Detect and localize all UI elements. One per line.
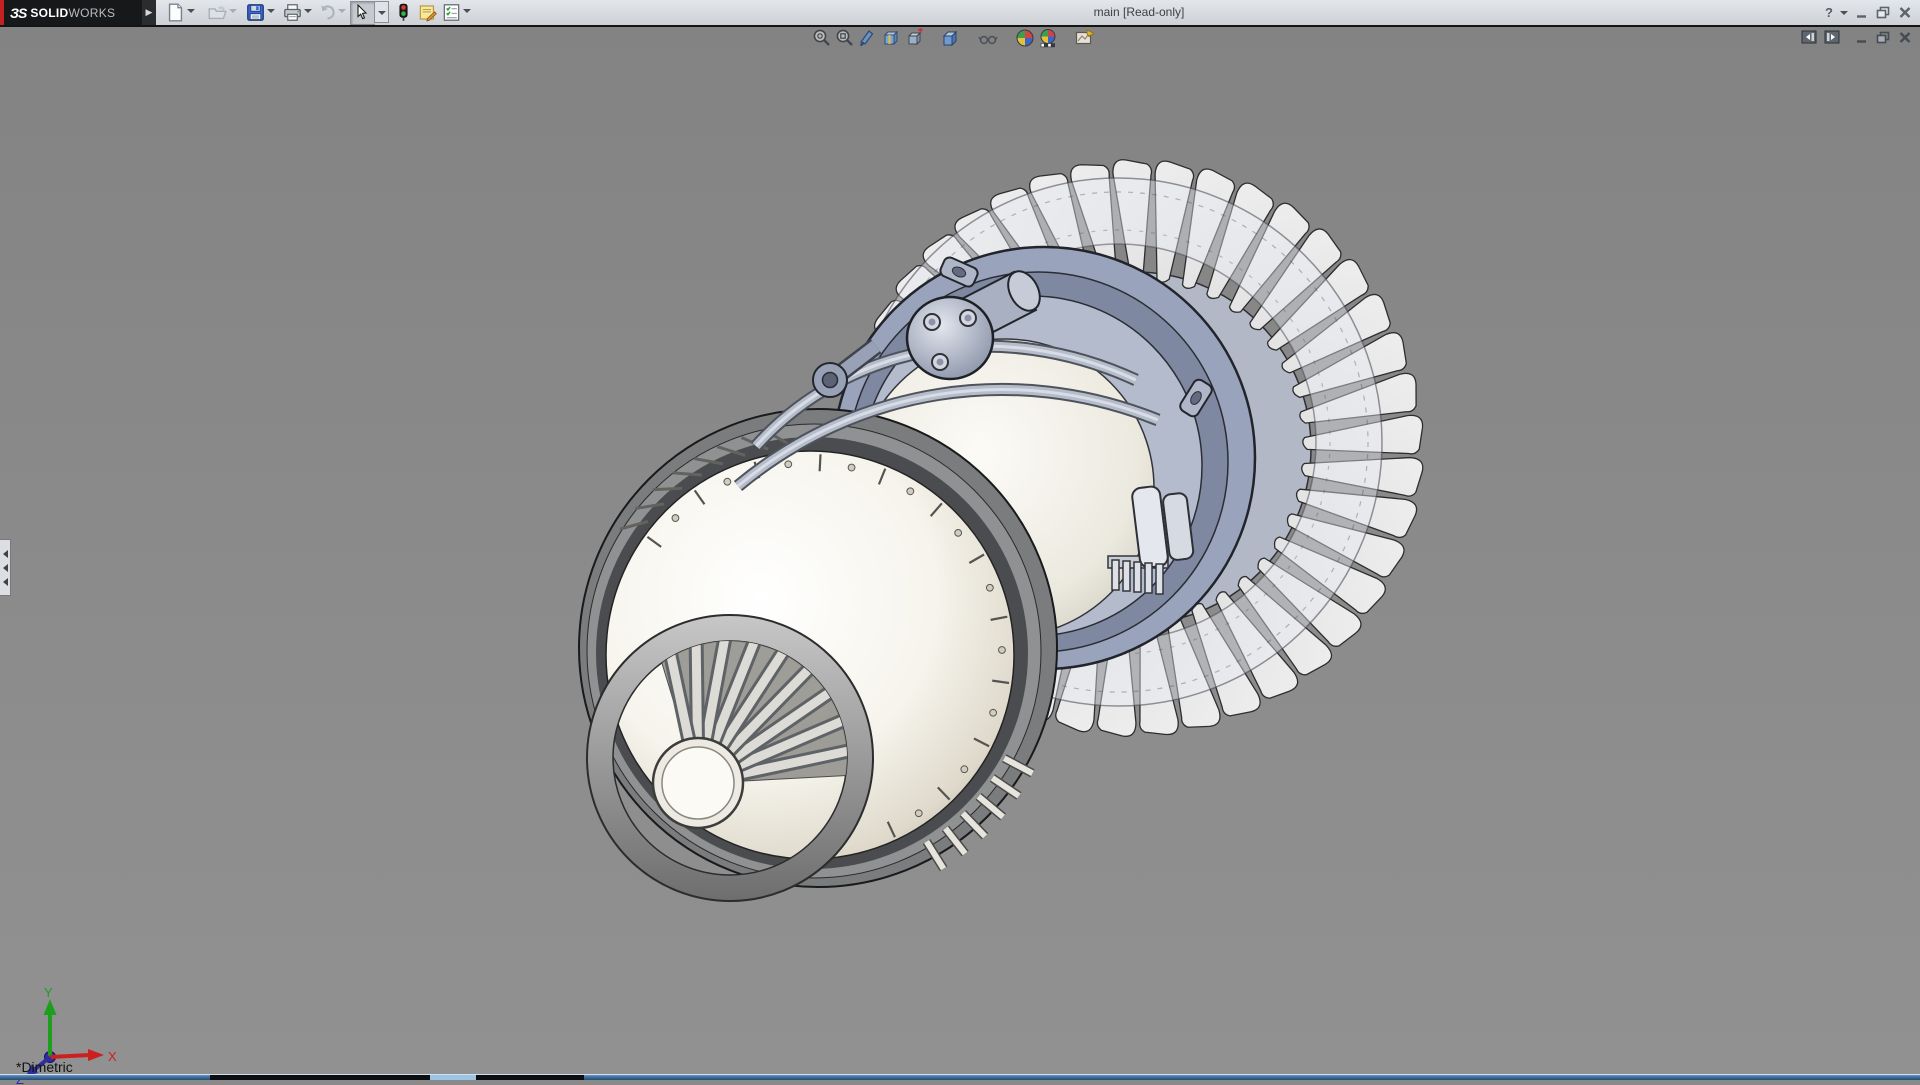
apply-scene-icon[interactable] [1038,28,1058,48]
document-window-controls [1801,30,1912,44]
feature-tree-flyout-tab[interactable] [0,539,11,596]
dome-rivet-band [647,454,1009,837]
jet-engine-3d-model [0,0,1920,1080]
menu-flyout-arrow-icon[interactable]: ▶ [142,0,156,25]
connector-bracket [1108,482,1195,594]
open-folder-icon [208,3,227,22]
graphics-viewport[interactable]: Y X Z *Dimetric [0,27,1920,1074]
fan-blades [846,160,1424,737]
undo-icon [318,3,337,22]
solidworks-logo-bold: SOLID [30,6,68,20]
expand-right-pane-icon[interactable] [1824,30,1840,44]
save-dropdown-icon[interactable] [267,9,275,13]
section-view-icon[interactable] [858,28,878,48]
stator-slats-bottom [927,758,1033,868]
taskbar-edge [0,1074,1920,1080]
mount-lug [813,346,876,397]
casing-bolt-tab [938,256,979,289]
comment-note-icon[interactable] [418,3,437,22]
hide-show-items-icon[interactable] [978,28,998,48]
design-checklist-dropdown-icon[interactable] [463,9,471,13]
zoom-to-area-icon[interactable] [835,28,855,48]
select-tool-dropdown[interactable] [374,1,389,23]
front-retaining-ring [587,615,873,901]
print-icon[interactable] [283,3,302,22]
shaded-cube-icon[interactable] [940,28,960,48]
view-orientation-icon[interactable] [881,28,901,48]
child-restore-icon[interactable] [1876,31,1891,44]
view-settings-icon[interactable] [1075,28,1095,48]
undo-dropdown-icon [338,9,346,13]
fuel-tubes [738,346,1158,486]
zoom-to-fit-icon[interactable] [812,28,832,48]
solidworks-logo-light: WORKS [69,6,116,20]
x-axis-label: X [108,1049,117,1064]
restore-icon[interactable] [1876,6,1891,19]
solidworks-logo: ЗS SOLIDWORKS [0,0,142,25]
save-icon[interactable] [246,3,265,22]
new-document-dropdown-icon[interactable] [187,9,195,13]
print-dropdown-icon[interactable] [304,9,312,13]
solidworks-logo-glyph: ЗS [10,5,26,21]
traffic-light-icon[interactable] [394,3,413,22]
help-dropdown-icon[interactable] [1840,11,1848,15]
y-axis-label: Y [44,985,53,1000]
select-cursor-icon[interactable] [354,4,370,20]
new-document-icon[interactable] [166,3,185,22]
child-close-icon[interactable] [1898,31,1912,44]
bracket-comb [1112,560,1163,594]
close-icon[interactable] [1898,6,1912,19]
open-folder-dropdown-icon [229,9,237,13]
casing-bolt-tab [1178,377,1214,418]
stator-slats-top [620,431,792,529]
translucent-shroud-ring [854,178,1382,706]
fan-hub [959,272,1311,624]
edit-appearance-icon[interactable] [1015,28,1035,48]
view-orientation-label: *Dimetric [16,1059,73,1075]
x-axis-arrow [88,1049,104,1061]
compressor-casing-rings [833,247,1255,669]
y-axis-arrow [44,999,57,1015]
front-casing-dome [579,409,1057,887]
design-checklist-icon[interactable] [442,3,461,22]
child-minimize-icon[interactable] [1855,31,1869,44]
splined-shaft-cone [630,548,933,828]
window-title: main [Read-only] [1094,5,1185,19]
minimize-icon[interactable] [1855,6,1869,19]
collapse-left-pane-icon[interactable] [1801,30,1817,44]
display-style-icon[interactable] [905,28,925,48]
title-bar: ЗS SOLIDWORKS ▶ [0,0,1920,27]
help-icon[interactable]: ? [1825,5,1833,20]
actuator-cylinder [907,266,1046,379]
